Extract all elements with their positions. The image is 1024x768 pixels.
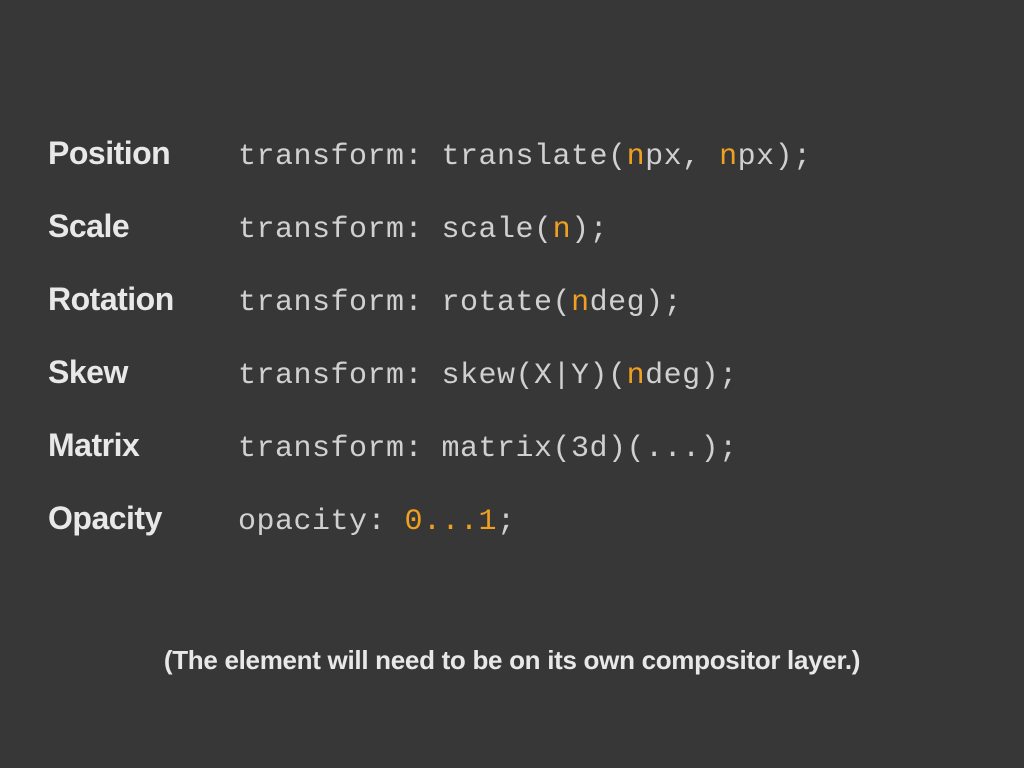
property-code: transform: translate(npx, npx); (238, 140, 812, 174)
code-text: opacity: (238, 505, 405, 539)
code-variable: n (553, 213, 572, 247)
code-text: transform: translate( (238, 140, 627, 174)
property-label: Rotation (48, 281, 238, 318)
code-text: transform: rotate( (238, 286, 571, 320)
property-row: Matrixtransform: matrix(3d)(...); (48, 427, 976, 466)
code-variable: n (627, 140, 646, 174)
property-row: Positiontransform: translate(npx, npx); (48, 135, 976, 174)
code-text: ); (571, 213, 608, 247)
property-row: Opacityopacity: 0...1; (48, 500, 976, 539)
property-row: Rotationtransform: rotate(ndeg); (48, 281, 976, 320)
property-row: Skewtransform: skew(X|Y)(ndeg); (48, 354, 976, 393)
property-label: Skew (48, 354, 238, 391)
property-code: opacity: 0...1; (238, 505, 516, 539)
code-variable: 0...1 (405, 505, 498, 539)
code-text: deg); (590, 286, 683, 320)
property-label: Matrix (48, 427, 238, 464)
code-variable: n (571, 286, 590, 320)
slide-content: Positiontransform: translate(npx, npx);S… (0, 0, 1024, 539)
property-label: Scale (48, 208, 238, 245)
property-code: transform: skew(X|Y)(ndeg); (238, 359, 738, 393)
code-text: px, (645, 140, 719, 174)
footnote: (The element will need to be on its own … (0, 645, 1024, 676)
property-code: transform: matrix(3d)(...); (238, 432, 738, 466)
code-text: ; (497, 505, 516, 539)
code-variable: n (719, 140, 738, 174)
property-code: transform: rotate(ndeg); (238, 286, 682, 320)
code-text: transform: matrix(3d)(...); (238, 432, 738, 466)
code-text: transform: skew(X|Y)( (238, 359, 627, 393)
code-text: px); (738, 140, 812, 174)
property-code: transform: scale(n); (238, 213, 608, 247)
code-text: transform: scale( (238, 213, 553, 247)
property-row: Scaletransform: scale(n); (48, 208, 976, 247)
property-list: Positiontransform: translate(npx, npx);S… (48, 135, 976, 539)
property-label: Position (48, 135, 238, 172)
code-text: deg); (645, 359, 738, 393)
code-variable: n (627, 359, 646, 393)
property-label: Opacity (48, 500, 238, 537)
